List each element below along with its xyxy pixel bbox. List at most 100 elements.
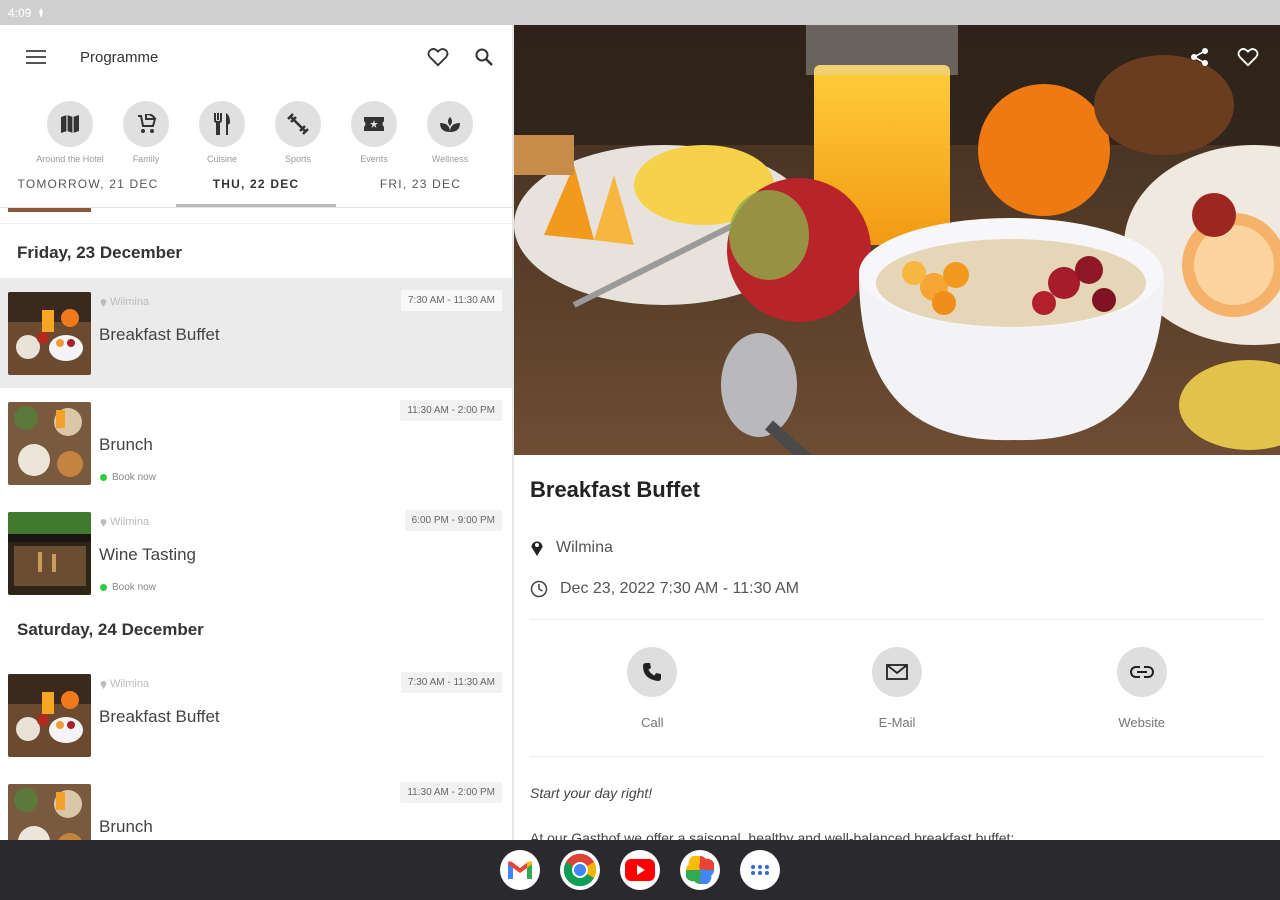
day-header: Saturday, 24 December: [17, 620, 204, 639]
favorites-heart-icon[interactable]: [426, 45, 450, 69]
mail-icon: [886, 663, 908, 680]
phone-icon: [643, 662, 662, 681]
category-cuisine[interactable]: Cuisine: [186, 101, 258, 172]
gmail-icon[interactable]: [500, 850, 540, 890]
event-name: Breakfast Buffet: [99, 325, 220, 344]
category-sports[interactable]: Sports: [262, 101, 334, 172]
book-now-link[interactable]: Book now: [100, 472, 156, 483]
category-around-the-hotel[interactable]: Around the Hotel: [34, 101, 106, 172]
location-text: Wilmina: [110, 516, 150, 528]
event-name: Breakfast Buffet: [99, 707, 220, 726]
cutlery-icon: [214, 113, 230, 135]
divider: [530, 756, 1264, 757]
tab-tomorrow[interactable]: TOMORROW, 21 DEC: [0, 172, 176, 207]
event-thumbnail: [8, 674, 91, 757]
event-hero-image: [514, 25, 1280, 455]
event-row-breakfast-buffet[interactable]: Wilmina Breakfast Buffet 7:30 AM - 11:30…: [0, 278, 512, 388]
share-icon[interactable]: [1188, 45, 1212, 69]
link-icon: [1129, 665, 1154, 678]
category-label: Events: [360, 154, 388, 164]
event-name: Wine Tasting: [99, 545, 197, 564]
event-thumbnail: [8, 784, 91, 840]
email-label: E-Mail: [878, 714, 916, 730]
location-text: Wilmina: [110, 296, 150, 308]
event-title: Breakfast Buffet: [530, 477, 700, 502]
event-location: Wilmina: [100, 516, 149, 528]
time-badge: 11:30 AM - 2:00 PM: [400, 400, 502, 421]
spa-icon: [440, 117, 460, 132]
event-thumbnail: [8, 512, 91, 595]
event-location: Wilmina: [100, 296, 149, 308]
book-now-link[interactable]: Book now: [100, 582, 156, 593]
book-now-label: Book now: [112, 582, 156, 593]
time-badge: 7:30 AM - 11:30 AM: [400, 290, 502, 311]
day-header: Friday, 23 December: [17, 243, 183, 262]
search-icon[interactable]: [472, 45, 496, 69]
chrome-icon[interactable]: [560, 850, 600, 890]
description-intro: Start your day right!: [530, 785, 653, 801]
location-pin-icon: [100, 298, 107, 307]
programme-pane: Programme Around the Hotel Family Cuisin…: [0, 25, 512, 840]
event-location: Wilmina: [556, 538, 613, 556]
event-name: Brunch: [99, 435, 153, 454]
event-thumbnail: [8, 292, 91, 375]
email-button[interactable]: E-Mail: [775, 646, 1020, 730]
event-detail: Breakfast Buffet Wilmina Dec 23, 2022 7:…: [514, 455, 1280, 840]
photos-icon[interactable]: [680, 850, 720, 890]
time-badge: 6:00 PM - 9:00 PM: [404, 510, 502, 531]
event-location-row: Wilmina: [530, 527, 1264, 568]
event-row-wine-tasting[interactable]: Wilmina Wine Tasting 6:00 PM - 9:00 PM B…: [0, 498, 512, 608]
contact-actions: Call E-Mail Website: [530, 620, 1264, 756]
favorite-heart-icon[interactable]: [1236, 45, 1260, 69]
location-text: Wilmina: [110, 678, 150, 690]
page-title: Programme: [80, 48, 159, 66]
category-wellness[interactable]: Wellness: [414, 101, 486, 172]
call-label: Call: [641, 714, 664, 730]
availability-dot: [100, 584, 107, 591]
location-pin-icon: [100, 680, 107, 689]
event-datetime-row: Dec 23, 2022 7:30 AM - 11:30 AM: [530, 568, 1264, 609]
event-detail-pane: Breakfast Buffet Wilmina Dec 23, 2022 7:…: [514, 25, 1280, 840]
availability-dot: [100, 474, 107, 481]
partial-list-item: [0, 208, 512, 224]
stroller-icon: [138, 114, 157, 133]
fitness-icon: [287, 113, 309, 135]
category-label: Sports: [284, 154, 311, 164]
app-dock: [0, 840, 1280, 900]
website-label: Website: [1118, 714, 1166, 730]
category-label: Cuisine: [206, 154, 237, 164]
event-name: Brunch: [99, 817, 153, 836]
time-badge: 7:30 AM - 11:30 AM: [400, 672, 502, 693]
menu-icon[interactable]: [24, 45, 48, 69]
category-label: Family: [132, 154, 160, 164]
category-label: Wellness: [431, 154, 469, 164]
date-tabs: TOMORROW, 21 DEC THU, 22 DEC FRI, 23 DEC: [0, 172, 512, 208]
description-body: At our Gasthof we offer a saisonal, heal…: [530, 830, 1015, 840]
tab-fri-23-dec[interactable]: FRI, 23 DEC: [336, 172, 505, 207]
website-button[interactable]: Website: [1019, 646, 1264, 730]
tab-thu-22-dec[interactable]: THU, 22 DEC: [176, 172, 336, 207]
event-list: Friday, 23 December Wilmina Breakfast Bu…: [0, 208, 512, 840]
category-label: Around the Hotel: [36, 154, 104, 164]
event-datetime: Dec 23, 2022 7:30 AM - 11:30 AM: [560, 579, 799, 597]
status-bar: 4:09: [0, 0, 1280, 840]
youtube-icon[interactable]: [620, 850, 660, 890]
clock-icon: [530, 580, 548, 597]
notification-icon: [39, 7, 44, 18]
event-location: Wilmina: [100, 678, 149, 690]
app-launcher-icon[interactable]: [740, 850, 780, 890]
location-pin-icon: [100, 518, 107, 527]
event-row-brunch[interactable]: Brunch 11:30 AM - 2:00 PM: [0, 770, 512, 840]
ticket-icon: [364, 117, 384, 131]
category-family[interactable]: Family: [110, 101, 182, 172]
book-now-label: Book now: [112, 472, 156, 483]
category-bar: Around the Hotel Family Cuisine Sports E…: [0, 89, 512, 172]
event-thumbnail: [8, 402, 91, 485]
status-time: 4:09: [8, 5, 32, 20]
category-events[interactable]: Events: [338, 101, 410, 172]
time-badge: 11:30 AM - 2:00 PM: [400, 782, 502, 803]
event-row-breakfast-buffet[interactable]: Wilmina Breakfast Buffet 7:30 AM - 11:30…: [0, 660, 512, 770]
call-button[interactable]: Call: [530, 646, 775, 730]
location-pin-icon: [531, 541, 543, 556]
event-row-brunch[interactable]: Brunch 11:30 AM - 2:00 PM Book now: [0, 388, 512, 498]
